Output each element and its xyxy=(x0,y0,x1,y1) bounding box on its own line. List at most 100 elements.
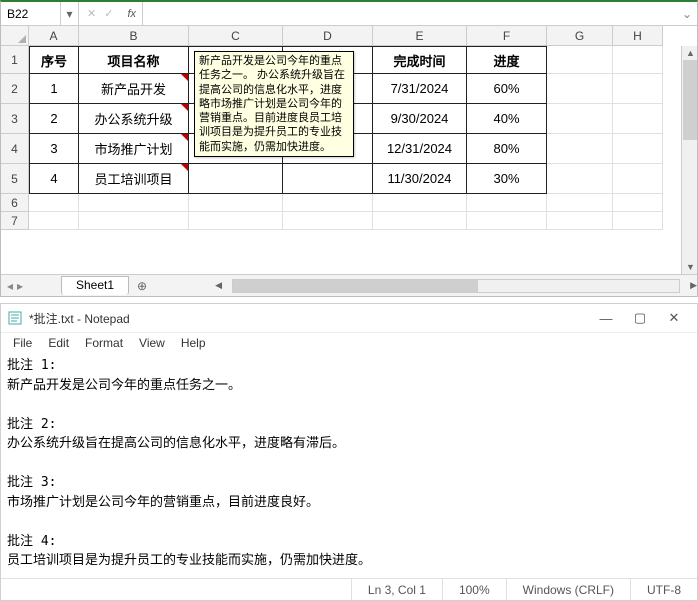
menu-edit[interactable]: Edit xyxy=(40,336,77,350)
cell[interactable]: 2 xyxy=(29,104,79,134)
cell[interactable] xyxy=(373,212,467,230)
scroll-down-icon[interactable]: ▼ xyxy=(686,262,695,272)
notepad-titlebar[interactable]: *批注.txt - Notepad — ▢ ✕ xyxy=(1,304,697,332)
col-header[interactable]: B xyxy=(79,26,189,46)
horizontal-scrollbar[interactable]: ◀ ▶ xyxy=(155,279,697,293)
cell[interactable] xyxy=(283,212,373,230)
name-box[interactable]: B22 xyxy=(1,2,61,25)
row-header[interactable]: 5 xyxy=(1,164,29,194)
cell[interactable]: 4 xyxy=(29,164,79,194)
name-box-dropdown[interactable]: ▾ xyxy=(61,2,79,25)
cell[interactable] xyxy=(613,46,663,74)
cell[interactable] xyxy=(283,164,373,194)
cell[interactable] xyxy=(189,194,283,212)
scroll-left-icon[interactable]: ◀ xyxy=(215,280,222,291)
cell[interactable] xyxy=(189,164,283,194)
cell[interactable] xyxy=(547,74,613,104)
cell[interactable]: 序号 xyxy=(29,46,79,74)
cell[interactable] xyxy=(613,104,663,134)
cell[interactable] xyxy=(547,46,613,74)
cell[interactable] xyxy=(467,212,547,230)
col-header[interactable]: F xyxy=(467,26,547,46)
notepad-textarea[interactable]: 批注 1: 新产品开发是公司今年的重点任务之一。 批注 2: 办公系统升级旨在提… xyxy=(1,352,697,578)
cell[interactable] xyxy=(613,164,663,194)
cell[interactable] xyxy=(613,134,663,164)
sheet-tab[interactable]: Sheet1 xyxy=(61,276,129,295)
cell[interactable]: 完成时间 xyxy=(373,46,467,74)
scroll-right-icon[interactable]: ▶ xyxy=(690,280,697,291)
cell[interactable] xyxy=(29,212,79,230)
add-sheet-button[interactable]: ⊕ xyxy=(129,279,155,293)
cell[interactable]: 员工培训项目 xyxy=(79,164,189,194)
cell[interactable]: 9/30/2024 xyxy=(373,104,467,134)
select-all-corner[interactable] xyxy=(1,26,29,46)
cell[interactable] xyxy=(283,194,373,212)
notepad-statusbar: Ln 3, Col 1 100% Windows (CRLF) UTF-8 xyxy=(1,578,697,600)
row-header[interactable]: 3 xyxy=(1,104,29,134)
cell[interactable]: 80% xyxy=(467,134,547,164)
col-header[interactable]: D xyxy=(283,26,373,46)
col-header[interactable]: G xyxy=(547,26,613,46)
formula-buttons: ✕ ✓ xyxy=(79,7,121,20)
cell[interactable] xyxy=(613,74,663,104)
cell[interactable]: 30% xyxy=(467,164,547,194)
formula-input[interactable] xyxy=(142,2,677,25)
cell[interactable] xyxy=(613,212,663,230)
row-header[interactable]: 7 xyxy=(1,212,29,230)
cell[interactable] xyxy=(547,134,613,164)
cell[interactable] xyxy=(79,212,189,230)
worksheet-grid[interactable]: ABCDEFGH 1234567 序号项目名称负责人开始时间完成时间进度1新产品… xyxy=(1,26,697,274)
menu-file[interactable]: File xyxy=(5,336,40,350)
col-header[interactable]: C xyxy=(189,26,283,46)
status-zoom: 100% xyxy=(442,579,506,600)
cell[interactable]: 11/30/2024 xyxy=(373,164,467,194)
close-button[interactable]: ✕ xyxy=(657,310,691,326)
formula-expand-icon[interactable]: ⌄ xyxy=(677,7,697,21)
excel-window: B22 ▾ ✕ ✓ fx ⌄ ABCDEFGH 1234567 序号项目名称负责… xyxy=(0,0,698,297)
cell[interactable]: 12/31/2024 xyxy=(373,134,467,164)
scroll-up-icon[interactable]: ▲ xyxy=(686,48,695,58)
row-header[interactable]: 6 xyxy=(1,194,29,212)
menu-format[interactable]: Format xyxy=(77,336,131,350)
menu-view[interactable]: View xyxy=(131,336,173,350)
sheet-tab-bar: ◂▸ Sheet1 ⊕ ◀ ▶ xyxy=(1,274,697,296)
fx-label[interactable]: fx xyxy=(121,8,142,20)
col-header[interactable]: H xyxy=(613,26,663,46)
cell[interactable] xyxy=(373,194,467,212)
cell[interactable] xyxy=(547,212,613,230)
cell[interactable] xyxy=(79,194,189,212)
row-header[interactable]: 2 xyxy=(1,74,29,104)
col-header[interactable]: A xyxy=(29,26,79,46)
cell[interactable]: 60% xyxy=(467,74,547,104)
menu-help[interactable]: Help xyxy=(173,336,214,350)
col-header[interactable]: E xyxy=(373,26,467,46)
cell[interactable]: 1 xyxy=(29,74,79,104)
cell[interactable]: 新产品开发 xyxy=(79,74,189,104)
cell[interactable] xyxy=(613,194,663,212)
cell[interactable]: 办公系统升级 xyxy=(79,104,189,134)
cell[interactable]: 进度 xyxy=(467,46,547,74)
minimize-button[interactable]: — xyxy=(589,311,623,326)
cell[interactable]: 项目名称 xyxy=(79,46,189,74)
cell[interactable] xyxy=(189,212,283,230)
vscroll-thumb[interactable] xyxy=(683,60,697,140)
cell[interactable]: 3 xyxy=(29,134,79,164)
notepad-window: *批注.txt - Notepad — ▢ ✕ FileEditFormatVi… xyxy=(0,303,698,601)
status-encoding: UTF-8 xyxy=(630,579,697,600)
cell[interactable]: 40% xyxy=(467,104,547,134)
cell[interactable] xyxy=(547,104,613,134)
row-header[interactable]: 1 xyxy=(1,46,29,74)
row-header[interactable]: 4 xyxy=(1,134,29,164)
cell[interactable] xyxy=(547,194,613,212)
cell[interactable] xyxy=(467,194,547,212)
vertical-scrollbar[interactable]: ▲ ▼ xyxy=(681,46,697,274)
status-eol: Windows (CRLF) xyxy=(506,579,630,600)
cell[interactable] xyxy=(29,194,79,212)
sheet-nav[interactable]: ◂▸ xyxy=(1,279,61,293)
cell[interactable]: 7/31/2024 xyxy=(373,74,467,104)
maximize-button[interactable]: ▢ xyxy=(623,310,657,326)
comment-tooltip: 新产品开发是公司今年的重点任务之一。 办公系统升级旨在提高公司的信息化水平，进度… xyxy=(194,51,354,157)
hscroll-thumb[interactable] xyxy=(233,280,478,292)
cell[interactable]: 市场推广计划 xyxy=(79,134,189,164)
cell[interactable] xyxy=(547,164,613,194)
